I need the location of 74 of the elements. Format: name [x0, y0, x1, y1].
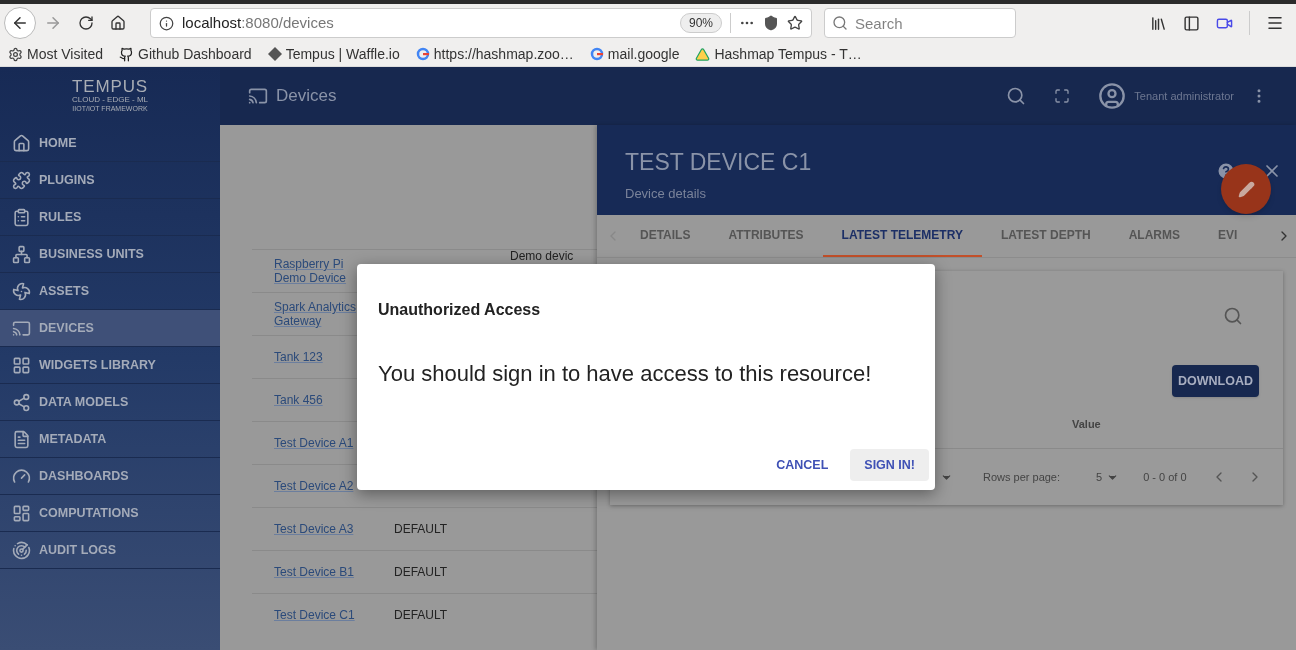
google-icon	[415, 47, 430, 61]
download-button[interactable]: DOWNLOAD	[1172, 365, 1259, 397]
device-link[interactable]: Test Device A3	[274, 522, 362, 536]
home-icon	[12, 133, 31, 153]
device-icon	[12, 318, 31, 338]
puzzle-icon	[12, 170, 31, 190]
gear-icon	[8, 46, 23, 62]
sidebar-item[interactable]: AUDIT LOGS	[0, 532, 220, 569]
table-cell-text: DEFAULT	[394, 607, 448, 624]
bookmark[interactable]: Github Dashboard	[119, 43, 252, 65]
home-icon[interactable]	[110, 15, 126, 31]
search-icon[interactable]	[1223, 306, 1243, 326]
diamond-icon	[267, 47, 282, 61]
rows-label: Rows per page:	[983, 469, 1061, 485]
grid-icon	[12, 503, 31, 523]
rows-select[interactable]: 5	[1096, 468, 1103, 486]
triangle-icon	[695, 46, 711, 62]
detail-title: TEST DEVICE C1	[625, 148, 812, 177]
bookmark[interactable]: mail.google	[589, 43, 680, 65]
search-icon	[832, 15, 848, 31]
github-icon	[119, 46, 134, 62]
table-cell: Demo devic	[510, 250, 574, 263]
tab[interactable]: ALARMS	[1109, 215, 1199, 257]
device-link[interactable]: Test Device B1	[274, 565, 362, 579]
library-icon[interactable]	[1150, 14, 1167, 32]
clipboard-icon	[12, 207, 31, 227]
device-icon	[248, 86, 268, 106]
dialog-message: You should sign in to have access to this resource!	[378, 360, 873, 388]
sidebar-icon[interactable]	[1183, 14, 1200, 32]
file-icon	[12, 429, 31, 449]
widgets-icon	[12, 355, 31, 375]
network-icon	[12, 392, 31, 412]
user-name: Tenant administrator	[1134, 88, 1234, 104]
zoom-badge[interactable]: 90%	[679, 13, 722, 33]
dialog-button[interactable]: SIGN IN!	[850, 449, 929, 481]
logo-tagline: CLOUD - EDGE - ML	[72, 95, 148, 106]
menu-icon[interactable]	[1266, 14, 1284, 32]
reload-icon[interactable]	[78, 15, 94, 31]
gauge-icon	[12, 466, 31, 486]
avatar-icon[interactable]	[1098, 82, 1127, 110]
range-text: 0 - 0 of 0	[1143, 469, 1187, 485]
tab[interactable]: LATEST TELEMETRY	[822, 215, 982, 257]
google-icon	[589, 47, 604, 61]
bookmark[interactable]: https://hashmap.zoo…	[415, 43, 574, 65]
back-button[interactable]	[4, 7, 36, 39]
fullscreen-icon[interactable]	[1054, 88, 1071, 104]
info-icon	[159, 15, 174, 31]
bookmark[interactable]: Tempus | Waffle.io	[267, 43, 400, 65]
detail-subtitle: Device details	[625, 184, 706, 203]
search-icon[interactable]	[1006, 86, 1027, 106]
sidebar-item[interactable]: DEVICES	[0, 310, 220, 347]
tab[interactable]: LATEST DEPTH	[981, 215, 1110, 257]
dialog-title: Unauthorized Access	[378, 300, 542, 320]
tab[interactable]: EVI	[1199, 215, 1257, 257]
table-cell-text: DEFAULT	[394, 521, 448, 538]
device-link[interactable]: Test Device C1	[274, 608, 362, 622]
star-icon[interactable]	[787, 15, 803, 31]
bookmark[interactable]: Most Visited	[8, 43, 103, 65]
sidebar-item[interactable]: WIDGETS LIBRARY	[0, 347, 220, 384]
search-field[interactable]: Search	[824, 8, 1016, 38]
bookmark[interactable]: Hashmap Tempus - T…	[695, 43, 862, 65]
tab[interactable]: ATTRIBUTES	[709, 215, 823, 257]
hierarchy-icon	[12, 244, 31, 264]
column-header: Value	[1072, 417, 1101, 433]
fan-icon	[12, 281, 31, 301]
page-title: Devices	[276, 85, 337, 108]
pencil-icon	[1237, 180, 1255, 198]
url-text: localhost:8080/devices	[182, 12, 335, 33]
address-bar[interactable]: localhost:8080/devices 90%	[150, 8, 812, 38]
dialog-button[interactable]: CANCEL	[762, 449, 843, 481]
radar-icon	[12, 540, 31, 560]
table-cell-text: DEFAULT	[394, 564, 448, 581]
logo-text: TEMPUS	[72, 78, 148, 96]
tab[interactable]: DETAILS	[621, 215, 710, 257]
